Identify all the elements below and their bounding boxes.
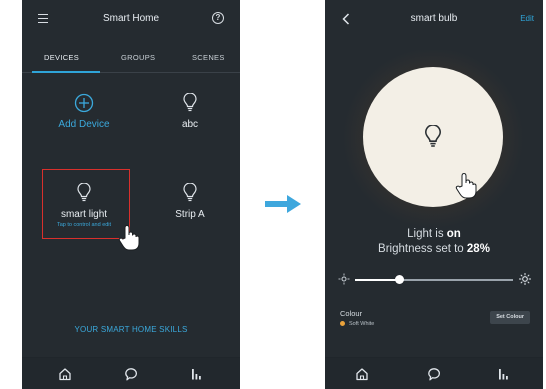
- brightness-low-icon: [338, 273, 350, 285]
- page-title: smart bulb: [410, 13, 458, 24]
- bottom-nav: [22, 357, 240, 389]
- hand-pointer-icon: [455, 172, 477, 199]
- add-device-tile[interactable]: Add Device: [40, 93, 128, 130]
- brightness-slider-handle[interactable]: [394, 275, 404, 284]
- home-icon[interactable]: [355, 367, 369, 381]
- chat-icon[interactable]: [427, 367, 441, 381]
- tab-groups[interactable]: GROUPS: [121, 53, 155, 62]
- brightness-high-icon: [519, 273, 531, 285]
- set-colour-button[interactable]: Set Colour: [490, 311, 530, 324]
- device-label: abc: [181, 119, 199, 130]
- arrow-right-icon: [265, 195, 301, 213]
- help-icon[interactable]: ?: [212, 12, 224, 24]
- smart-bulb-screen: smart bulb Edit Light is on Brightness s…: [325, 0, 543, 389]
- chat-icon[interactable]: [124, 367, 138, 381]
- plus-circle-icon: [74, 93, 94, 113]
- smart-home-screen: Smart Home ? DEVICES GROUPS SCENES Add D…: [22, 0, 240, 389]
- tab-devices[interactable]: DEVICES: [44, 53, 79, 62]
- device-tile-strip-a[interactable]: Strip A: [146, 183, 234, 220]
- home-icon[interactable]: [58, 367, 72, 381]
- page-title: Smart Home: [102, 13, 160, 24]
- top-bar: Smart Home ?: [22, 0, 240, 40]
- bulb-toggle-button[interactable]: [363, 67, 503, 207]
- lightbulb-icon: [183, 183, 197, 202]
- light-status: Light is on: [407, 228, 461, 240]
- colour-swatch: [340, 321, 345, 327]
- top-bar: smart bulb Edit: [325, 0, 543, 40]
- brightness-status: Brightness set to 28%: [378, 243, 490, 255]
- device-label: Add Device: [58, 119, 110, 130]
- colour-label: Colour: [340, 309, 363, 318]
- lightbulb-icon: [425, 125, 441, 147]
- smart-home-skills-link[interactable]: YOUR SMART HOME SKILLS: [22, 325, 240, 334]
- bars-icon[interactable]: [497, 367, 511, 381]
- light-status-value: on: [446, 228, 461, 240]
- bottom-nav: [325, 357, 543, 389]
- hand-pointer-icon: [118, 224, 140, 251]
- active-tab-indicator: [32, 71, 100, 73]
- highlight-box: [42, 169, 130, 239]
- brightness-slider-fill: [355, 279, 400, 281]
- colour-value: Soft White: [340, 321, 374, 327]
- device-tile-abc[interactable]: abc: [146, 93, 234, 130]
- tab-scenes[interactable]: SCENES: [192, 53, 225, 62]
- brightness-value: 28%: [466, 243, 490, 255]
- lightbulb-icon: [183, 93, 197, 112]
- edit-button[interactable]: Edit: [520, 14, 534, 23]
- tab-bar: DEVICES GROUPS SCENES: [22, 45, 240, 73]
- brightness-slider[interactable]: [355, 275, 513, 284]
- device-label: Strip A: [175, 209, 205, 220]
- bars-icon[interactable]: [190, 367, 204, 381]
